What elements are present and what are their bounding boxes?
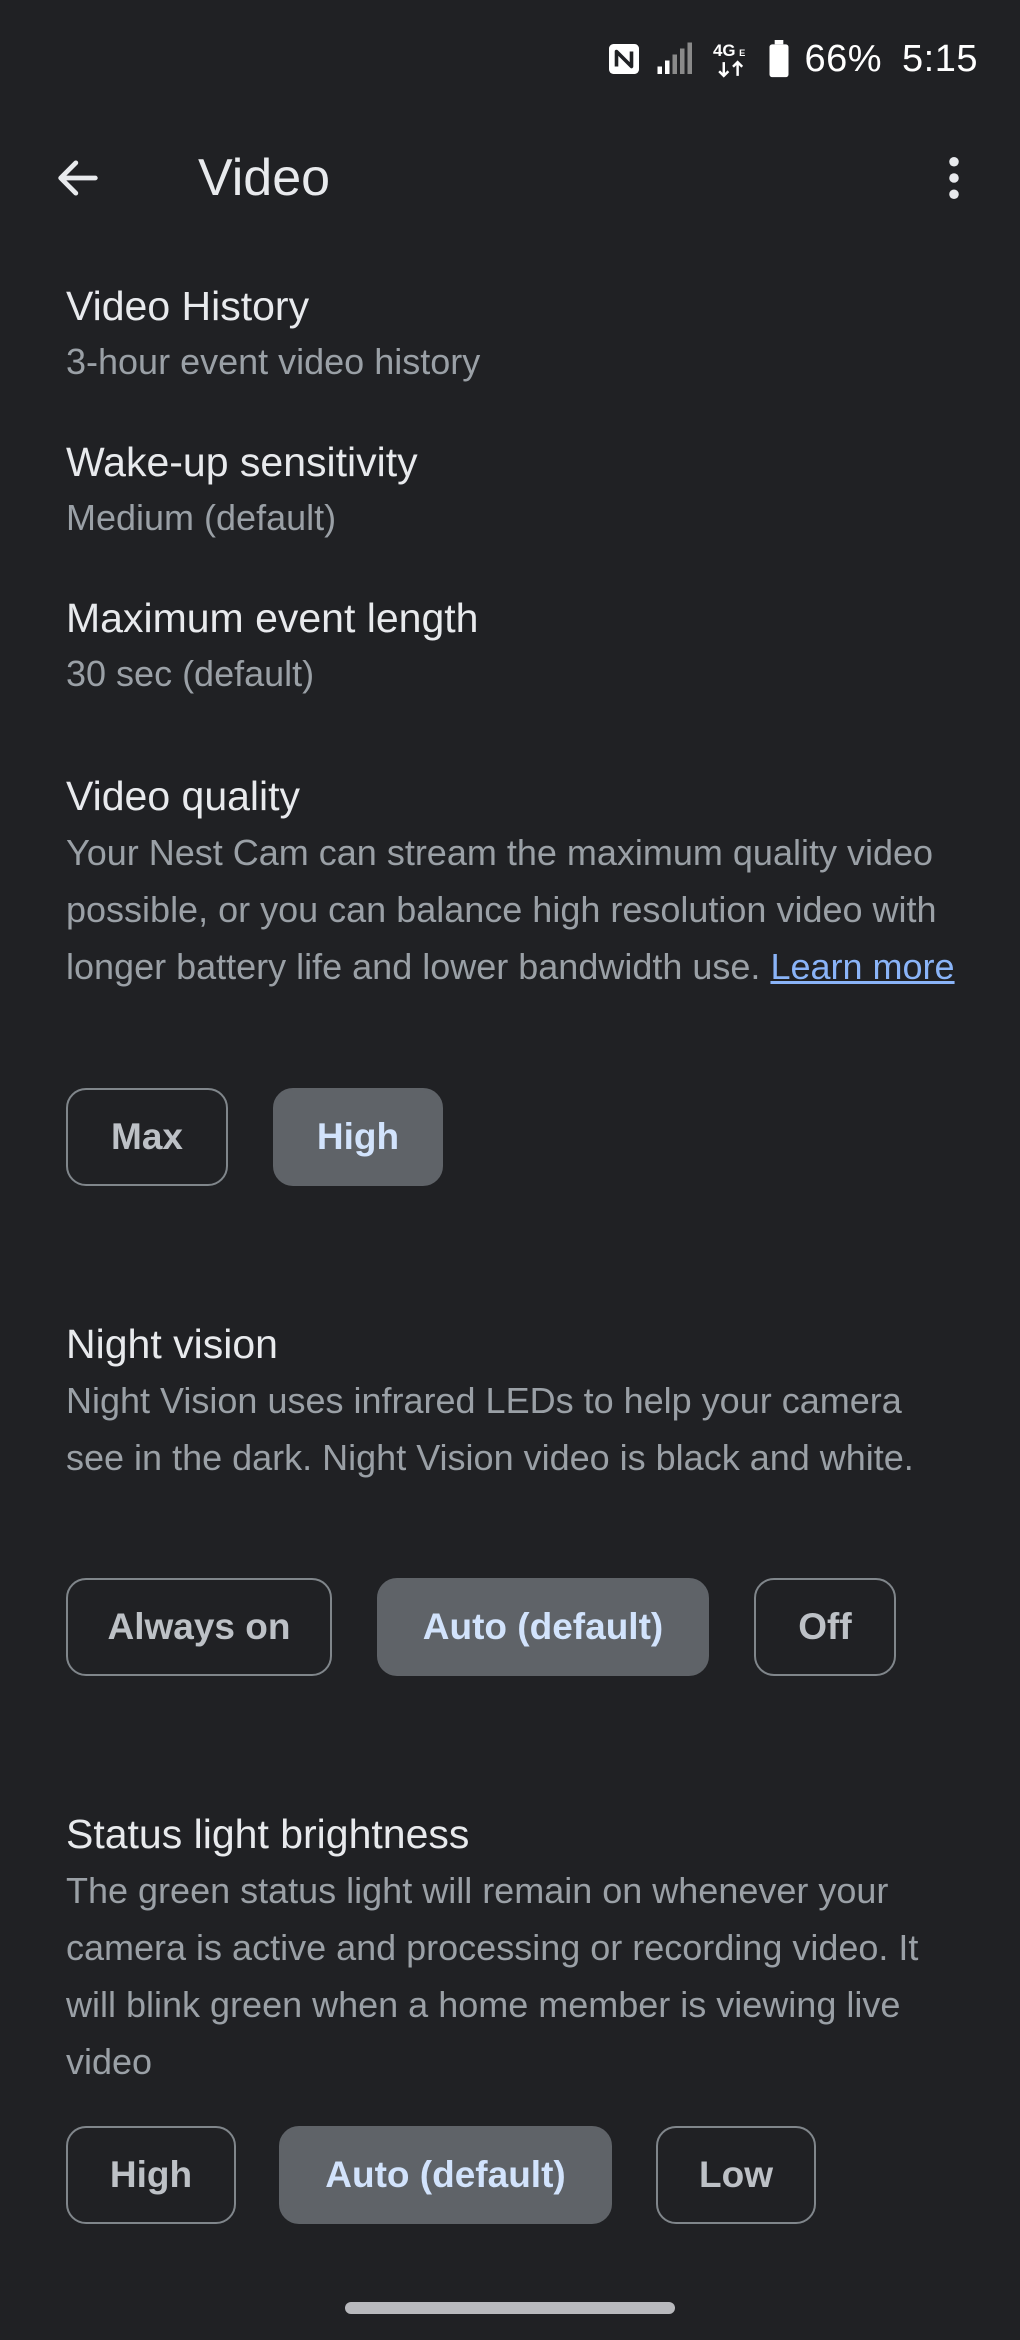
arrow-left-icon [58,160,98,196]
4g-icon: 4G E [712,39,754,79]
status-light-setting: Status light brightness The green status… [66,1806,964,2090]
night-vision-off-chip[interactable]: Off [754,1578,896,1676]
video-quality-description: Your Nest Cam can stream the maximum qua… [66,824,964,995]
app-bar: Video [0,118,1020,238]
night-vision-setting: Night vision Night Vision uses infrared … [66,1316,964,1486]
signal-icon [656,41,698,77]
wakeup-sensitivity-setting[interactable]: Wake-up sensitivity Medium (default) [66,434,964,546]
status-light-high-chip[interactable]: High [66,2126,236,2224]
max-event-length-title: Maximum event length [66,595,479,641]
status-light-auto-chip[interactable]: Auto (default) [279,2126,612,2224]
back-button[interactable] [42,142,114,214]
video-history-title: Video History [66,283,310,329]
night-vision-description: Night Vision uses infrared LEDs to help … [66,1380,914,1478]
status-light-low-chip[interactable]: Low [656,2126,816,2224]
video-quality-title: Video quality [66,773,301,819]
battery-icon [768,40,790,78]
home-indicator[interactable] [345,2302,675,2314]
svg-text:E: E [740,48,746,58]
night-vision-always-on-chip[interactable]: Always on [66,1578,332,1676]
learn-more-link[interactable]: Learn more [770,946,954,987]
video-history-value: 3-hour event video history [66,341,481,382]
video-quality-high-chip[interactable]: High [273,1088,443,1186]
clock: 5:15 [902,37,978,80]
status-bar: 4G E 66% 5:15 [0,0,1020,118]
wakeup-sensitivity-title: Wake-up sensitivity [66,439,418,485]
wakeup-sensitivity-value: Medium (default) [66,497,337,538]
status-light-description: The green status light will remain on wh… [66,1870,919,2082]
video-quality-max-chip[interactable]: Max [66,1088,228,1186]
more-options-button[interactable] [918,142,990,214]
page-title: Video [198,149,331,207]
night-vision-auto-chip[interactable]: Auto (default) [377,1578,709,1676]
video-quality-setting: Video quality Your Nest Cam can stream t… [66,768,964,995]
svg-text:4G: 4G [713,41,736,60]
battery-percent: 66% [804,37,883,80]
nfc-icon [606,41,642,77]
video-history-setting[interactable]: Video History 3-hour event video history [66,278,964,390]
night-vision-title: Night vision [66,1321,278,1367]
status-light-title: Status light brightness [66,1811,470,1857]
more-vert-icon [949,156,959,200]
max-event-length-setting[interactable]: Maximum event length 30 sec (default) [66,590,964,702]
max-event-length-value: 30 sec (default) [66,653,315,694]
